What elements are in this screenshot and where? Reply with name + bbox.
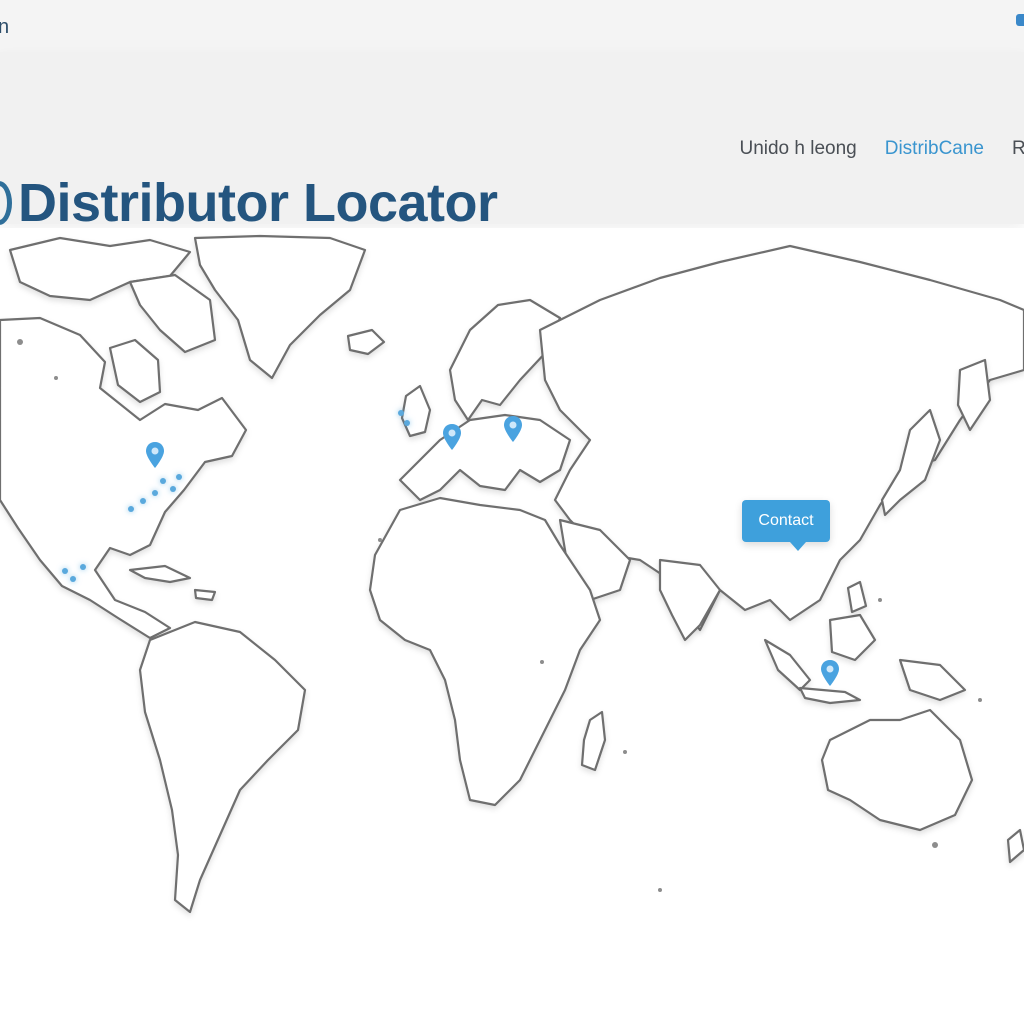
nav-link-cut-off[interactable]: R — [1012, 138, 1024, 160]
cuba — [128, 564, 192, 584]
philippines — [846, 580, 868, 614]
australia — [820, 708, 974, 832]
hudson-bay-area — [108, 338, 162, 404]
location-dot[interactable] — [140, 498, 146, 504]
location-dot[interactable] — [160, 478, 166, 484]
page-header: Unido h leong DistribCane R Distributor … — [0, 52, 1024, 233]
nav-link-unido[interactable]: Unido h leong — [739, 138, 856, 160]
map-pin-icon — [146, 442, 164, 468]
map-pin-western-europe[interactable] — [443, 424, 461, 450]
nav-link-distribcane[interactable]: DistribCane — [885, 138, 984, 160]
map-pin-north-america[interactable] — [146, 442, 164, 468]
location-dot[interactable] — [170, 486, 176, 492]
caribbean-islands — [193, 588, 217, 602]
baffin-island — [128, 273, 217, 354]
world-map-svg — [0, 234, 1024, 914]
map-pin-southeast-asia[interactable] — [821, 660, 839, 686]
map-pin-icon — [821, 660, 839, 686]
locator-logo-icon — [0, 181, 12, 225]
top-bar: n — [0, 0, 1024, 53]
uk — [400, 384, 432, 438]
map-pin-icon — [504, 416, 522, 442]
location-dot[interactable] — [80, 564, 86, 570]
greenland — [193, 234, 367, 380]
location-dot[interactable] — [128, 506, 134, 512]
top-bar-indicator — [1016, 14, 1024, 26]
sumatra — [763, 638, 812, 692]
south-america — [138, 620, 307, 914]
page-title: Distributor Locator — [18, 173, 498, 233]
borneo — [828, 613, 877, 662]
location-dot[interactable] — [152, 490, 158, 496]
location-dot[interactable] — [398, 410, 404, 416]
contact-button[interactable]: Contact — [742, 500, 830, 551]
new-zealand — [1006, 828, 1024, 864]
java — [798, 686, 862, 705]
top-bar-text: n — [0, 16, 10, 38]
iceland — [346, 328, 386, 356]
title-group: Distributor Locator — [0, 172, 498, 234]
new-guinea — [898, 658, 967, 702]
kamchatka — [956, 358, 992, 432]
main-nav: Unido h leong DistribCane R — [739, 138, 1024, 160]
map-pin-icon — [443, 424, 461, 450]
location-dot[interactable] — [176, 474, 182, 480]
madagascar — [580, 710, 607, 772]
location-dot[interactable] — [70, 576, 76, 582]
location-dot[interactable] — [62, 568, 68, 574]
map-pin-central-europe[interactable] — [504, 416, 522, 442]
location-dot[interactable] — [404, 420, 410, 426]
world-map[interactable]: Contact — [0, 228, 1024, 1024]
